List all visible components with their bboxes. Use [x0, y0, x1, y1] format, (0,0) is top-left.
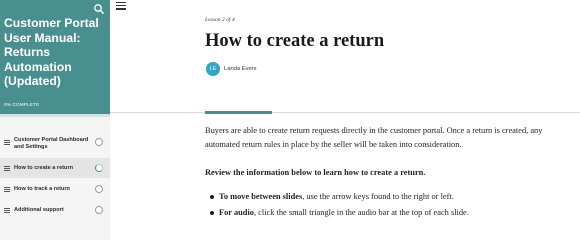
- status-circle-icon: [95, 138, 103, 146]
- sidebar-item-track-return[interactable]: How to track a return: [0, 181, 110, 197]
- course-title: Customer Portal User Manual: Returns Aut…: [4, 16, 99, 89]
- progress-bar: [0, 114, 110, 117]
- tips-list: To move between slides, use the arrow ke…: [209, 191, 575, 223]
- avatar: LE: [206, 62, 220, 76]
- text-lines-icon: [4, 208, 10, 213]
- sidebar: Customer Portal User Manual: Returns Aut…: [0, 0, 110, 240]
- header-divider: [110, 112, 580, 113]
- lesson-label: Customer Portal Dashboard and Settings: [14, 137, 89, 150]
- list-item-bold: To move between slides: [219, 192, 303, 201]
- intro-paragraph: Buyers are able to create return request…: [205, 126, 543, 149]
- text-lines-icon: [4, 187, 10, 192]
- text-lines-icon: [4, 140, 10, 145]
- status-circle-icon: [95, 185, 103, 193]
- lesson-label: How to create a return: [14, 165, 74, 171]
- list-item: To move between slides, use the arrow ke…: [209, 191, 575, 202]
- lesson-number: Lesson 2 of 4: [205, 17, 235, 23]
- list-item-text: , click the small triangle in the audio …: [253, 208, 469, 217]
- sidebar-item-dashboard-settings[interactable]: Customer Portal Dashboard and Settings: [0, 134, 110, 152]
- author-name: Landa Evers: [224, 66, 257, 72]
- list-item: For audio, click the small triangle in t…: [209, 207, 575, 218]
- sidebar-item-additional-support[interactable]: Additional support: [0, 202, 110, 218]
- in-progress-circle-icon: [95, 164, 103, 172]
- list-item-text: , use the arrow keys found to the right …: [302, 192, 454, 201]
- hamburger-menu-icon: [116, 2, 126, 10]
- lesson-label: Additional support: [14, 207, 64, 213]
- lesson-label: How to track a return: [14, 186, 70, 192]
- page-title: How to create a return: [205, 31, 385, 51]
- sidebar-item-create-return[interactable]: How to create a return: [0, 158, 110, 178]
- bullet-icon: [210, 211, 214, 215]
- instruction-paragraph: Review the information below to learn ho…: [205, 168, 426, 177]
- status-circle-icon: [95, 206, 103, 214]
- list-item-bold: For audio: [219, 208, 254, 217]
- progress-label: 0% COMPLETE: [4, 102, 40, 107]
- search-icon: [94, 4, 104, 14]
- text-lines-icon: [4, 166, 10, 171]
- search-button[interactable]: [93, 2, 105, 14]
- header-divider-accent: [205, 111, 272, 114]
- bullet-icon: [210, 195, 214, 199]
- sidebar-header: Customer Portal User Manual: Returns Aut…: [0, 0, 110, 117]
- menu-button[interactable]: [116, 2, 126, 10]
